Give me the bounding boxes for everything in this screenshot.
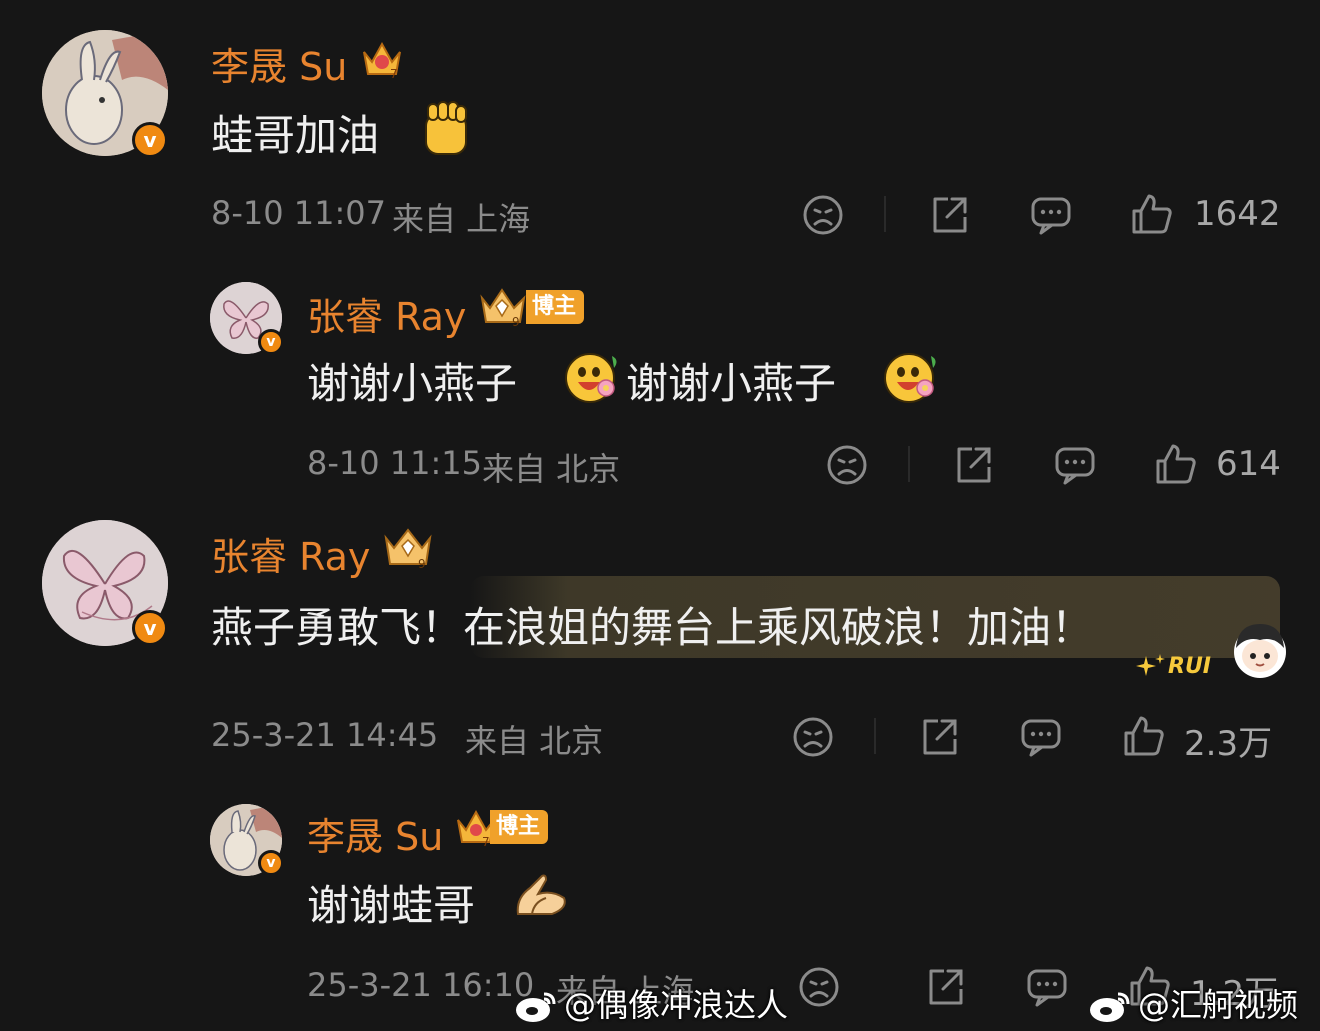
crown-level-text: 9 xyxy=(418,557,426,570)
blogger-badge: 博主 xyxy=(490,810,549,844)
comment-date: 8-10 11:07 xyxy=(211,194,387,232)
watermark-left: @偶像冲浪达人 xyxy=(514,980,788,1026)
crown-level-icon: 7 xyxy=(363,41,401,80)
like-count: 2.3万 xyxy=(1184,724,1273,764)
weibo-logo-icon xyxy=(1090,992,1130,1022)
like-count: 1642 xyxy=(1194,194,1281,234)
comment-username[interactable]: 李晟 Su xyxy=(211,36,347,91)
rui-tag: RUI xyxy=(1168,654,1211,679)
share-icon[interactable] xyxy=(918,716,960,758)
verified-badge: v xyxy=(132,610,168,646)
verified-badge: v xyxy=(258,329,284,355)
comment-username[interactable]: 李晟 Su xyxy=(307,806,443,861)
crown-level-icon: 9 xyxy=(480,288,526,328)
comment-icon[interactable] xyxy=(1054,444,1096,486)
like-icon[interactable] xyxy=(1130,192,1174,236)
crown-level-text: 9 xyxy=(512,315,520,328)
happy-flower-face-emoji xyxy=(884,353,936,403)
crown-level-text: 7 xyxy=(482,835,490,848)
watermark-right: @汇舸视频 xyxy=(1088,980,1298,1026)
comment-icon[interactable] xyxy=(1020,716,1062,758)
share-icon[interactable] xyxy=(952,444,994,486)
dislike-icon[interactable] xyxy=(826,444,868,486)
happy-flower-face-emoji xyxy=(565,353,617,403)
crown-level-text: 7 xyxy=(390,67,398,80)
share-icon[interactable] xyxy=(924,966,966,1008)
cartoon-boy-sticker xyxy=(1234,624,1286,678)
crown-level-icon: 9 xyxy=(384,528,432,570)
comment-location: 来自 北京 xyxy=(465,722,604,760)
comment-date: 8-10 11:15 xyxy=(307,444,483,482)
watermark-left-text: @偶像冲浪达人 xyxy=(564,986,789,1024)
verified-badge: v xyxy=(258,850,284,876)
dislike-icon[interactable] xyxy=(802,194,844,236)
watermark-right-text: @汇舸视频 xyxy=(1138,986,1299,1024)
comment-username[interactable]: 张睿 Ray xyxy=(307,286,466,341)
verified-badge: v xyxy=(132,122,168,158)
comment-text: 谢谢小燕子 xyxy=(307,359,518,408)
comment-text-repeat: 谢谢小燕子 xyxy=(626,359,837,408)
dislike-icon[interactable] xyxy=(792,716,834,758)
comment-icon[interactable] xyxy=(1030,194,1072,236)
comment-date: 25-3-21 14:45 xyxy=(211,716,439,754)
comment-icon[interactable] xyxy=(1026,966,1068,1008)
divider xyxy=(874,718,876,754)
comment-text: 燕子勇敢飞！在浪姐的舞台上乘风破浪！加油！ xyxy=(211,603,1094,652)
dislike-icon[interactable] xyxy=(798,966,840,1008)
comment-text: 蛙哥加油 xyxy=(211,111,380,160)
comment-location: 来自 北京 xyxy=(482,450,621,488)
sparkle-icon xyxy=(1136,654,1165,676)
like-icon[interactable] xyxy=(1122,714,1166,758)
folded-hands-emoji xyxy=(516,874,566,915)
comment-location: 来自 上海 xyxy=(392,200,531,238)
comment-username[interactable]: 张睿 Ray xyxy=(211,526,370,581)
divider xyxy=(908,446,910,482)
share-icon[interactable] xyxy=(928,194,970,236)
raised-fist-emoji xyxy=(425,101,467,155)
weibo-logo-icon xyxy=(516,992,556,1022)
comment-date: 25-3-21 16:10 xyxy=(307,966,535,1004)
like-icon[interactable] xyxy=(1154,442,1198,486)
blogger-badge: 博主 xyxy=(526,290,585,324)
like-count: 614 xyxy=(1216,444,1281,484)
divider xyxy=(884,196,886,232)
comment-text: 谢谢蛙哥 xyxy=(307,881,476,930)
